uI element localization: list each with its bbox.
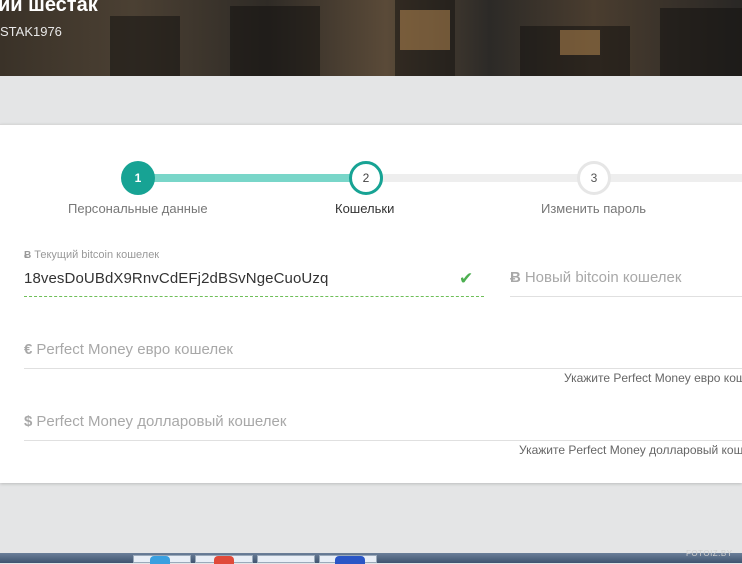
bitcoin-icon: Ƀ xyxy=(24,250,32,261)
pm-euro-field[interactable]: € Perfect Money евро кошелек xyxy=(24,341,233,358)
step-3-circle[interactable]: 3 xyxy=(577,161,611,195)
pm-euro-underline xyxy=(24,368,742,369)
current-bitcoin-label: Ƀ Текущий bitcoin кошелек xyxy=(24,249,159,261)
current-bitcoin-underline xyxy=(24,296,484,297)
banner-lit-windows xyxy=(400,10,450,50)
checkmark-icon: ✔ xyxy=(459,269,474,288)
os-taskbar xyxy=(0,553,742,564)
pm-euro-placeholder: Perfect Money евро кошелек xyxy=(36,341,233,358)
new-bitcoin-underline xyxy=(510,296,742,297)
stepper-progress xyxy=(138,174,366,182)
current-bitcoin-field[interactable]: 18vesDoUBdX9RnvCdEFj2dBSvNgeCuoUzq xyxy=(24,270,328,287)
new-bitcoin-field[interactable]: Ƀ Новый bitcoin кошелек xyxy=(510,269,681,286)
profile-header-banner: ий шестак STAK1976 xyxy=(0,0,742,76)
dollar-icon: $ xyxy=(24,413,33,430)
profile-name: ий шестак xyxy=(0,0,98,16)
new-bitcoin-placeholder: Новый bitcoin кошелек xyxy=(524,269,682,286)
banner-building xyxy=(110,16,180,76)
header-spacer xyxy=(0,76,742,124)
step-2-circle[interactable]: 2 xyxy=(349,161,383,195)
watermark: FOTOIZ.BY xyxy=(686,549,733,558)
pm-dollar-hint: Укажите Perfect Money долларовый кош xyxy=(519,443,742,457)
pm-dollar-field[interactable]: $ Perfect Money долларовый кошелек xyxy=(24,413,286,430)
banner-lit-windows xyxy=(560,30,600,55)
taskbar-button[interactable] xyxy=(257,555,315,563)
bitcoin-icon: Ƀ xyxy=(510,269,521,286)
pm-dollar-placeholder: Perfect Money долларовый кошелек xyxy=(36,413,287,430)
step-1-label[interactable]: Персональные данные xyxy=(68,201,208,216)
wallets-form-card: 1 2 3 Персональные данные Кошельки Измен… xyxy=(0,124,742,483)
step-1-circle[interactable]: 1 xyxy=(121,161,155,195)
pm-euro-hint: Укажите Perfect Money евро кош xyxy=(564,371,742,385)
current-bitcoin-label-text: Текущий bitcoin кошелек xyxy=(34,249,160,261)
step-2-label[interactable]: Кошельки xyxy=(335,201,394,216)
profile-login: STAK1976 xyxy=(0,24,62,39)
banner-building xyxy=(230,6,320,76)
banner-building xyxy=(660,8,742,76)
step-3-label[interactable]: Изменить пароль xyxy=(541,201,646,216)
euro-icon: € xyxy=(24,341,33,358)
pm-dollar-underline xyxy=(24,440,742,441)
